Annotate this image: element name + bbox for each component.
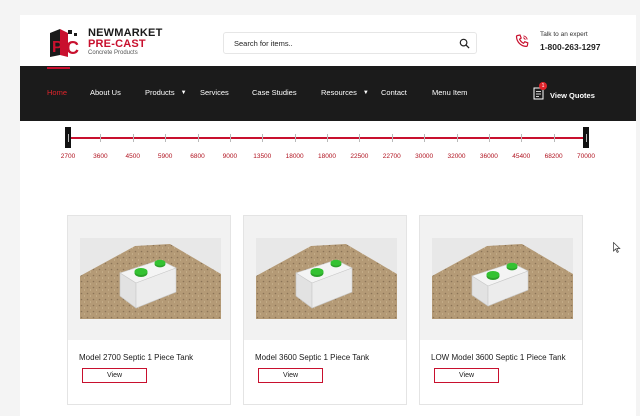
product-image-frame: [420, 216, 582, 340]
nav-about-us[interactable]: About Us: [90, 88, 121, 97]
view-quotes-label: View Quotes: [550, 91, 595, 100]
site-header: P C NEWMARKET PRE-CAST Concrete Products: [20, 15, 636, 66]
contact-block: Talk to an expert 1-800-263-1297: [514, 28, 624, 58]
slider-tick: [197, 134, 199, 142]
nav-services[interactable]: Services: [200, 88, 229, 97]
product-card: Model 3600 Septic 1 Piece Tank View: [243, 215, 407, 405]
slider-tick-label: 22700: [382, 153, 401, 160]
slider-tick-label: 5900: [157, 153, 173, 160]
slider-tick-label: 30000: [415, 153, 434, 160]
search-icon[interactable]: [459, 38, 470, 49]
slider-tick: [262, 134, 264, 142]
slider-tick-label: 4500: [125, 153, 140, 160]
slider-tick-label: 9000: [222, 153, 238, 160]
quotes-count-badge: 1: [539, 82, 547, 90]
slider-tick-label: 6800: [190, 153, 205, 160]
slider-tick: [327, 134, 328, 142]
main-nav: Home About Us Products ▼ Services Case St…: [20, 66, 636, 121]
slider-tick: [521, 134, 523, 142]
slider-tick-label: 36000: [479, 153, 498, 160]
phone-icon: [515, 34, 529, 48]
slider-tick-label: 45400: [512, 153, 531, 160]
nav-contact[interactable]: Contact: [381, 88, 407, 97]
product-title[interactable]: Model 3600 Septic 1 Piece Tank: [255, 353, 369, 362]
slider-tick: [391, 134, 393, 142]
slider-tick-label: 70000: [576, 153, 596, 160]
slider-tick: [424, 134, 426, 142]
slider-tick-label: 2700: [60, 153, 76, 160]
view-button[interactable]: View: [258, 368, 323, 383]
slider-tick: [488, 134, 490, 142]
slider-tick-label: 3600: [93, 153, 108, 160]
svg-text:C: C: [66, 38, 79, 58]
product-card: Model 2700 Septic 1 Piece Tank View: [67, 215, 231, 405]
slider-tick: [294, 134, 296, 142]
product-title[interactable]: LOW Model 3600 Septic 1 Piece Tank: [431, 353, 566, 362]
home-active-indicator: [47, 67, 70, 69]
slider-tick: [165, 134, 167, 142]
chevron-down-icon: ▼: [362, 90, 369, 96]
nav-products[interactable]: Products ▼: [145, 88, 187, 97]
nav-menu-item[interactable]: Menu Item: [432, 88, 467, 97]
nav-resources[interactable]: Resources ▼: [321, 88, 369, 97]
slider-tick-label: 18000: [285, 153, 304, 160]
slider-tick: [586, 134, 587, 142]
slider-tick-label: 18000: [317, 153, 337, 160]
septic-tank-image[interactable]: [256, 238, 397, 319]
view-button[interactable]: View: [82, 368, 147, 383]
contact-phone[interactable]: 1-800-263-1297: [540, 42, 601, 52]
product-image-frame: [244, 216, 406, 340]
slider-tick-label: 22500: [350, 153, 369, 160]
slider-tick: [68, 134, 69, 142]
product-title[interactable]: Model 2700 Septic 1 Piece Tank: [79, 353, 193, 362]
slider-tick-label: 32000: [447, 153, 466, 160]
mouse-cursor-icon: [613, 242, 621, 253]
slider-tick-label: 13500: [253, 153, 272, 160]
page: P C NEWMARKET PRE-CAST Concrete Products: [20, 15, 636, 416]
nav-resources-label: Resources: [321, 88, 357, 97]
svg-text:P: P: [52, 39, 63, 56]
brand-name-line2: PRE-CAST: [88, 38, 146, 50]
slider-tick: [132, 134, 134, 142]
nav-case-studies[interactable]: Case Studies: [252, 88, 297, 97]
slider-tick: [229, 134, 231, 142]
septic-tank-image[interactable]: [432, 238, 573, 319]
chevron-down-icon: ▼: [180, 90, 187, 96]
view-button[interactable]: View: [434, 368, 499, 383]
logo[interactable]: P C NEWMARKET PRE-CAST Concrete Products: [46, 27, 176, 59]
slider-tick: [456, 134, 458, 142]
product-image-frame: [68, 216, 230, 340]
slider-tick-label: 68200: [544, 153, 563, 160]
septic-tank-image[interactable]: [80, 238, 221, 319]
npc-logo-icon: P C: [50, 29, 79, 58]
slider-tick: [553, 134, 555, 142]
product-card: LOW Model 3600 Septic 1 Piece Tank View: [419, 215, 583, 405]
slider-tick: [359, 134, 361, 142]
view-quotes-button[interactable]: 1 View Quotes: [533, 82, 603, 104]
slider-tick: [100, 134, 102, 142]
brand-tagline: Concrete Products: [88, 50, 138, 56]
nav-products-label: Products: [145, 88, 175, 97]
nav-home[interactable]: Home: [47, 88, 67, 97]
search-box: [223, 32, 477, 54]
contact-label: Talk to an expert: [540, 31, 588, 38]
capacity-range-slider[interactable]: 2700 3600 4500 5900 6800 9000 13500 18000 18000 2…: [60, 127, 598, 177]
search-input[interactable]: [234, 37, 444, 50]
